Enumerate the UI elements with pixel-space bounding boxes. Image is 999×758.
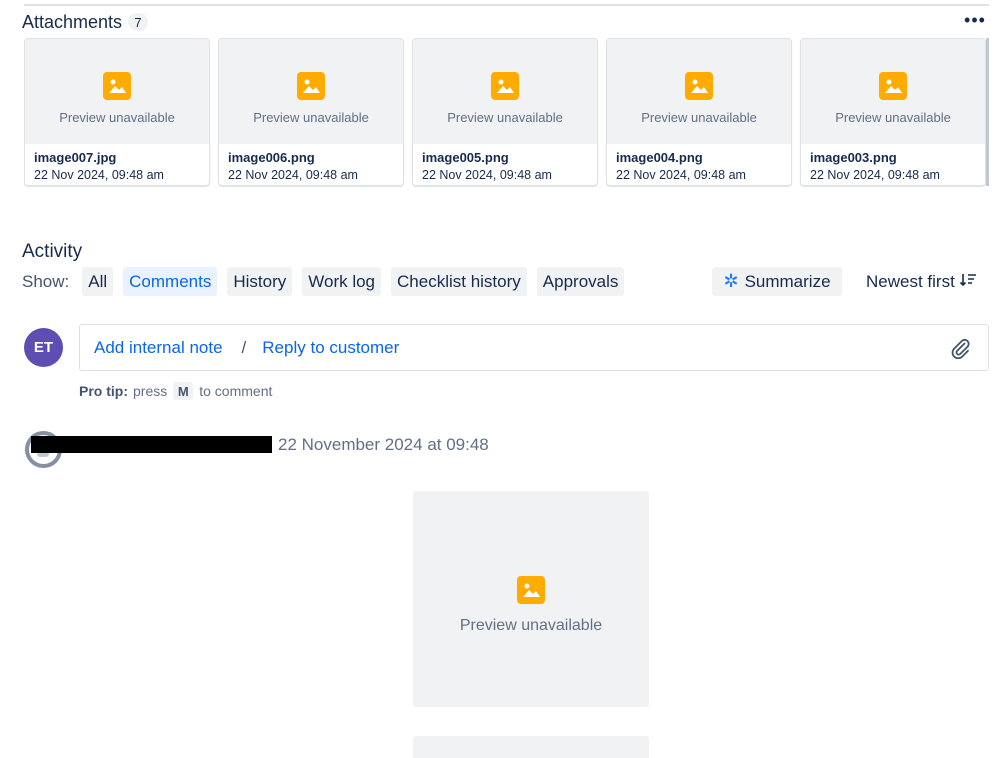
attachments-count-badge: 7 <box>128 13 149 31</box>
preview-unavailable-text: Preview unavailable <box>835 110 951 125</box>
filter-work-log-button[interactable]: Work log <box>302 267 382 296</box>
attachments-strip: Preview unavailable image007.jpg 22 Nov … <box>24 38 989 188</box>
summarize-button[interactable]: ✲ Summarize <box>712 267 842 296</box>
more-actions-button[interactable]: ••• <box>962 10 988 30</box>
filter-checklist-history-button[interactable]: Checklist history <box>391 267 527 296</box>
attachment-card[interactable]: Preview unavailable image003.png 22 Nov … <box>800 38 986 186</box>
preview-unavailable-text: Preview unavailable <box>447 110 563 125</box>
attachment-preview: Preview unavailable <box>219 39 403 144</box>
composer-separator: / <box>241 337 247 357</box>
sparkle-icon: ✲ <box>723 271 739 291</box>
comment-attachment-preview-partial[interactable] <box>413 736 649 758</box>
avatar[interactable]: ET <box>24 328 63 367</box>
keyboard-shortcut-key: M <box>173 382 194 400</box>
attachment-preview: Preview unavailable <box>801 39 985 144</box>
sort-descending-icon <box>959 272 977 292</box>
image-icon <box>685 72 713 100</box>
pro-tip: Pro tip: press M to comment <box>79 382 272 400</box>
attachment-card[interactable]: Preview unavailable image004.png 22 Nov … <box>606 38 792 186</box>
attachments-scrollbar[interactable] <box>986 38 989 186</box>
pro-tip-press: press <box>133 383 168 399</box>
pro-tip-suffix: to comment <box>199 383 273 399</box>
filter-comments-button[interactable]: Comments <box>123 267 218 296</box>
attachment-name: image005.png <box>422 150 509 165</box>
activity-title: Activity <box>22 241 83 262</box>
attachment-name: image007.jpg <box>34 150 117 165</box>
attachment-date: 22 Nov 2024, 09:48 am <box>34 168 164 182</box>
image-icon <box>879 72 907 100</box>
activity-filter-bar: Show: All Comments History Work log Chec… <box>22 267 634 296</box>
preview-unavailable-text: Preview unavailable <box>641 110 757 125</box>
comment-composer[interactable]: Add internal note / Reply to customer <box>79 324 989 371</box>
preview-unavailable-text: Preview unavailable <box>253 110 369 125</box>
attachment-card[interactable]: Preview unavailable image007.jpg 22 Nov … <box>24 38 210 186</box>
preview-unavailable-text: Preview unavailable <box>459 617 603 634</box>
image-icon <box>103 72 131 100</box>
attachment-preview: Preview unavailable <box>25 39 209 144</box>
attachment-card[interactable]: Preview unavailable image006.png 22 Nov … <box>218 38 404 186</box>
image-icon <box>517 576 545 604</box>
attachment-preview: Preview unavailable <box>413 39 597 144</box>
sort-label: Newest first <box>866 271 955 291</box>
preview-unavailable-text: Preview unavailable <box>59 110 175 125</box>
entry-timestamp[interactable]: 22 November 2024 at 09:48 <box>278 435 489 455</box>
attachment-name: image003.png <box>810 150 897 165</box>
sort-order-button[interactable]: Newest first <box>866 267 977 296</box>
redacted-author-name <box>31 436 272 453</box>
add-internal-note-link[interactable]: Add internal note <box>94 338 223 358</box>
attachment-card[interactable]: Preview unavailable image005.png 22 Nov … <box>412 38 598 186</box>
attachment-name: image006.png <box>228 150 315 165</box>
reply-to-customer-link[interactable]: Reply to customer <box>262 338 399 358</box>
attachment-name: image004.png <box>616 150 703 165</box>
filter-all-button[interactable]: All <box>82 267 114 296</box>
comment-attachment-preview[interactable]: Preview unavailable <box>413 491 649 707</box>
pro-tip-label: Pro tip: <box>79 383 128 399</box>
attachments-header: Attachments 7 <box>22 11 149 33</box>
summarize-label: Summarize <box>744 271 831 291</box>
attachments-title: Attachments <box>22 11 123 32</box>
image-icon <box>491 72 519 100</box>
attachment-date: 22 Nov 2024, 09:48 am <box>810 168 940 182</box>
top-divider <box>24 4 989 6</box>
attachment-date: 22 Nov 2024, 09:48 am <box>228 168 358 182</box>
attachment-date: 22 Nov 2024, 09:48 am <box>616 168 746 182</box>
filter-approvals-button[interactable]: Approvals <box>536 267 625 296</box>
show-label: Show: <box>22 271 70 291</box>
paperclip-icon[interactable] <box>949 337 971 364</box>
image-icon <box>297 72 325 100</box>
attachment-preview: Preview unavailable <box>607 39 791 144</box>
attachment-date: 22 Nov 2024, 09:48 am <box>422 168 552 182</box>
filter-history-button[interactable]: History <box>227 267 293 296</box>
